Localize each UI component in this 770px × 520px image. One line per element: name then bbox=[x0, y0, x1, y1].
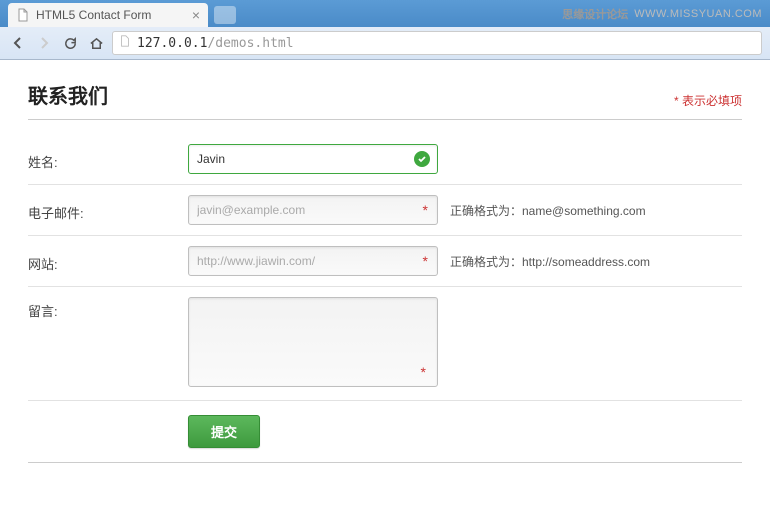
watermark-en: WWW.MISSYUAN.COM bbox=[634, 8, 762, 20]
required-note: * 表示必填项 bbox=[674, 92, 742, 109]
required-mark: * bbox=[423, 202, 428, 218]
page-icon bbox=[119, 34, 131, 52]
url-host: 127.0.0.1 bbox=[137, 36, 207, 51]
hint-email: 正确格式为：name@something.com bbox=[450, 202, 646, 219]
page-title: 联系我们 bbox=[28, 80, 108, 109]
required-mark: * bbox=[421, 364, 426, 380]
browser-tab[interactable]: HTML5 Contact Form × bbox=[8, 3, 208, 27]
row-name: 姓名: bbox=[28, 134, 742, 185]
home-button[interactable] bbox=[86, 33, 106, 53]
new-tab-button[interactable] bbox=[214, 6, 236, 24]
watermark: 思缘设计论坛 WWW.MISSYUAN.COM bbox=[562, 6, 762, 22]
hint-website: 正确格式为：http://someaddress.com bbox=[450, 253, 650, 270]
row-email: 电子邮件: * 正确格式为：name@something.com bbox=[28, 185, 742, 236]
label-message: 留言: bbox=[28, 297, 188, 320]
back-button[interactable] bbox=[8, 33, 28, 53]
row-message: 留言: * bbox=[28, 287, 742, 401]
page-content: 联系我们 * 表示必填项 姓名: 电子邮件: * 正确格式为：name@some… bbox=[0, 60, 770, 483]
message-textarea[interactable] bbox=[188, 297, 438, 387]
email-input[interactable] bbox=[188, 195, 438, 225]
url-bar[interactable]: 127.0.0.1/demos.html bbox=[112, 31, 762, 55]
close-icon[interactable]: × bbox=[192, 7, 200, 23]
tab-title: HTML5 Contact Form bbox=[36, 8, 151, 22]
required-mark: * bbox=[423, 253, 428, 269]
submit-button[interactable]: 提交 bbox=[188, 415, 260, 448]
tab-bar: HTML5 Contact Form × 思缘设计论坛 WWW.MISSYUAN… bbox=[0, 0, 770, 27]
page-header: 联系我们 * 表示必填项 bbox=[28, 80, 742, 120]
browser-chrome: HTML5 Contact Form × 思缘设计论坛 WWW.MISSYUAN… bbox=[0, 0, 770, 60]
row-website: 网站: * 正确格式为：http://someaddress.com bbox=[28, 236, 742, 287]
toolbar: 127.0.0.1/demos.html bbox=[0, 27, 770, 59]
url-path: /demos.html bbox=[207, 36, 293, 51]
label-name: 姓名: bbox=[28, 148, 188, 171]
forward-button[interactable] bbox=[34, 33, 54, 53]
website-input[interactable] bbox=[188, 246, 438, 276]
watermark-cn: 思缘设计论坛 bbox=[562, 6, 628, 22]
row-submit: 提交 bbox=[28, 401, 742, 463]
reload-button[interactable] bbox=[60, 33, 80, 53]
file-icon bbox=[16, 8, 30, 22]
label-email: 电子邮件: bbox=[28, 199, 188, 222]
label-website: 网站: bbox=[28, 250, 188, 273]
check-icon bbox=[414, 151, 430, 167]
name-input[interactable] bbox=[188, 144, 438, 174]
